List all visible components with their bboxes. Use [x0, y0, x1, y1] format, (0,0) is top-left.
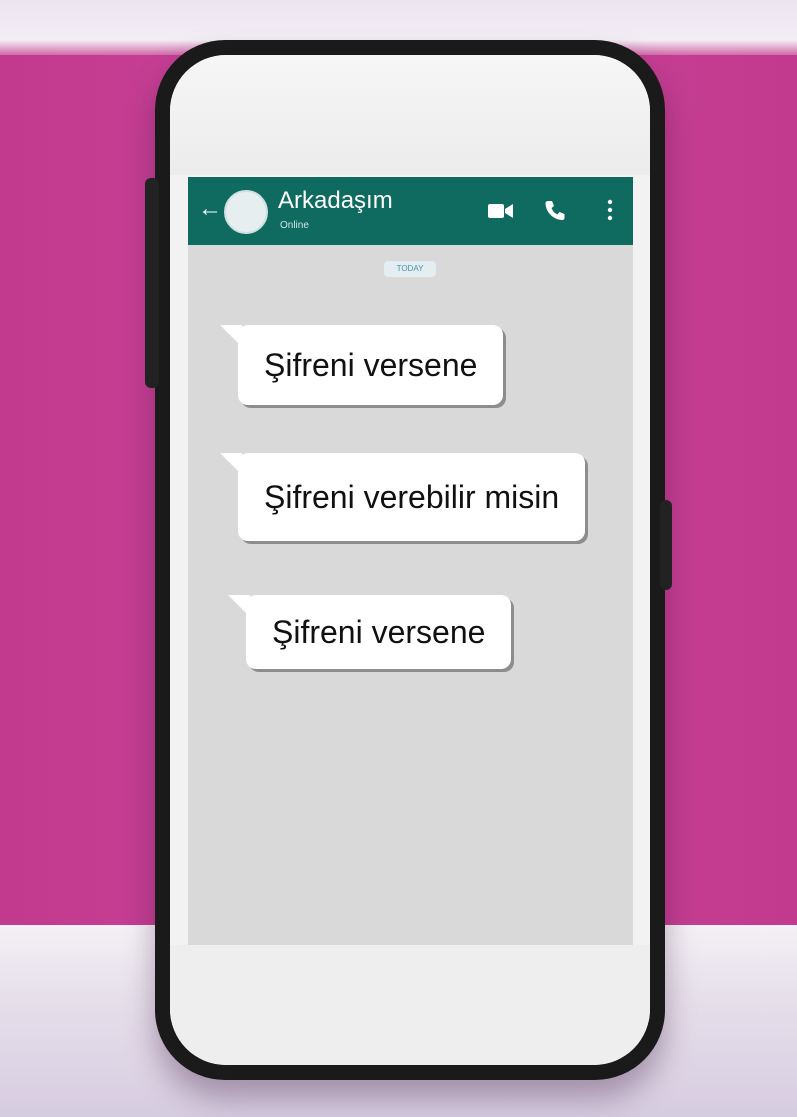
- screen-top-area: [170, 55, 650, 175]
- phone-call-icon[interactable]: [544, 199, 566, 221]
- video-call-icon[interactable]: [488, 203, 514, 219]
- message-bubble[interactable]: Şifreni versene: [227, 595, 512, 669]
- back-arrow-icon[interactable]: ←: [198, 195, 222, 223]
- message-bubble[interactable]: Şifreni verebilir misin: [219, 453, 586, 541]
- phone-side-button: [145, 178, 159, 388]
- phone-power-button: [660, 500, 672, 590]
- screen-bottom-area: [170, 945, 650, 1065]
- contact-status: Online: [280, 220, 309, 231]
- contact-name[interactable]: Arkadaşım: [278, 187, 393, 215]
- more-vertical-icon[interactable]: [606, 199, 614, 221]
- chat-area: TODAY Şifreni versene Şifreni verebilir …: [188, 245, 633, 945]
- date-chip: TODAY: [384, 261, 436, 277]
- avatar[interactable]: [224, 190, 268, 234]
- chat-header: ← Arkadaşım Online: [188, 177, 633, 245]
- phone-screen: ← Arkadaşım Online TODAY Şifreni versene…: [170, 55, 650, 1065]
- message-bubble[interactable]: Şifreni versene: [219, 325, 504, 405]
